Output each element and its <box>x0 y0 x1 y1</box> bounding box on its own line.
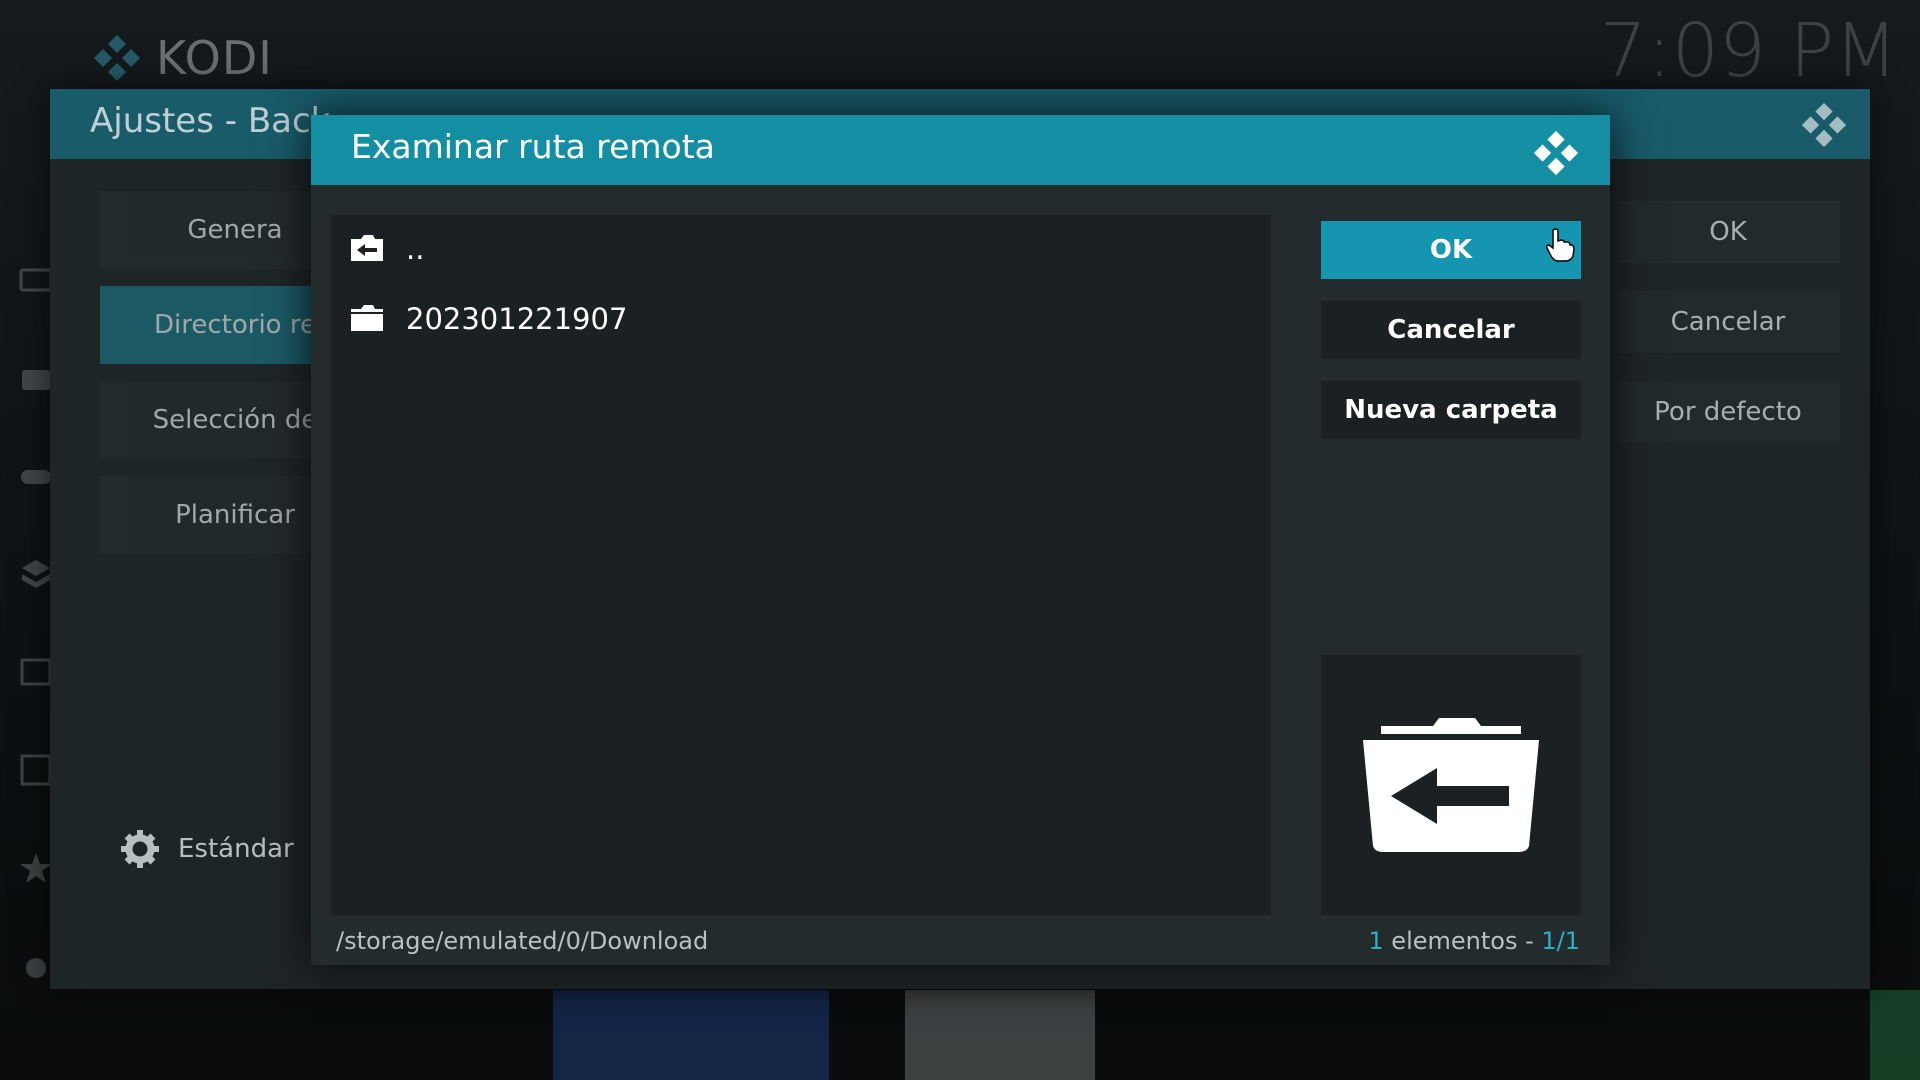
kodi-logo: KODI <box>92 28 273 88</box>
count-text: elementos - <box>1383 927 1542 955</box>
folder-back-icon <box>351 235 383 261</box>
settings-level-label: Estándar <box>178 834 294 864</box>
pictures-icon[interactable] <box>18 654 54 690</box>
home-bottom-tiles <box>0 990 1920 1080</box>
item-count: 1 elementos - 1/1 <box>1368 927 1580 955</box>
kodi-icon <box>1801 102 1847 148</box>
list-item[interactable]: .. <box>331 215 1271 283</box>
tv-icon[interactable] <box>18 262 54 298</box>
list-item-label: 202301221907 <box>406 302 628 336</box>
list-item-label: .. <box>406 232 425 266</box>
clock: 7:09 PM <box>1599 8 1898 94</box>
star-icon[interactable] <box>18 850 54 886</box>
settings-ok-button[interactable]: OK <box>1616 201 1840 263</box>
tile-generic <box>905 990 1095 1080</box>
gamepad-icon[interactable] <box>18 458 54 494</box>
folder-back-icon <box>1363 718 1539 852</box>
current-path: /storage/emulated/0/Download <box>336 927 709 955</box>
kodi-logo-icon <box>94 35 140 81</box>
ok-button[interactable]: OK <box>1321 221 1581 279</box>
folder-icon <box>351 305 383 331</box>
hand-cursor-icon <box>1546 228 1575 262</box>
list-item[interactable]: 202301221907 <box>331 285 1271 353</box>
weather-icon[interactable] <box>18 948 54 984</box>
page-indicator: 1/1 <box>1541 927 1580 955</box>
file-list: .. 202301221907 <box>331 215 1271 915</box>
cancel-button[interactable]: Cancelar <box>1321 301 1581 359</box>
browse-dialog: Examinar ruta remota .. 202301221907 OK … <box>311 115 1610 965</box>
kodi-icon <box>1533 130 1579 176</box>
film-icon[interactable] <box>18 752 54 788</box>
app-name: KODI <box>156 31 273 85</box>
settings-default-button[interactable]: Por defecto <box>1616 381 1840 443</box>
dialog-title: Examinar ruta remota <box>351 127 715 166</box>
radio-icon[interactable] <box>18 360 54 396</box>
settings-level[interactable]: Estándar <box>120 829 294 869</box>
item-thumbnail <box>1321 655 1581 915</box>
settings-cancel-button[interactable]: Cancelar <box>1616 291 1840 353</box>
new-folder-button[interactable]: Nueva carpeta <box>1321 381 1581 439</box>
addons-icon[interactable] <box>18 556 54 592</box>
tile-cloud <box>553 990 829 1080</box>
gear-icon <box>121 830 159 868</box>
settings-title: Ajustes - Back <box>90 101 331 141</box>
tile-android <box>1870 990 1920 1080</box>
count-number: 1 <box>1368 927 1384 955</box>
